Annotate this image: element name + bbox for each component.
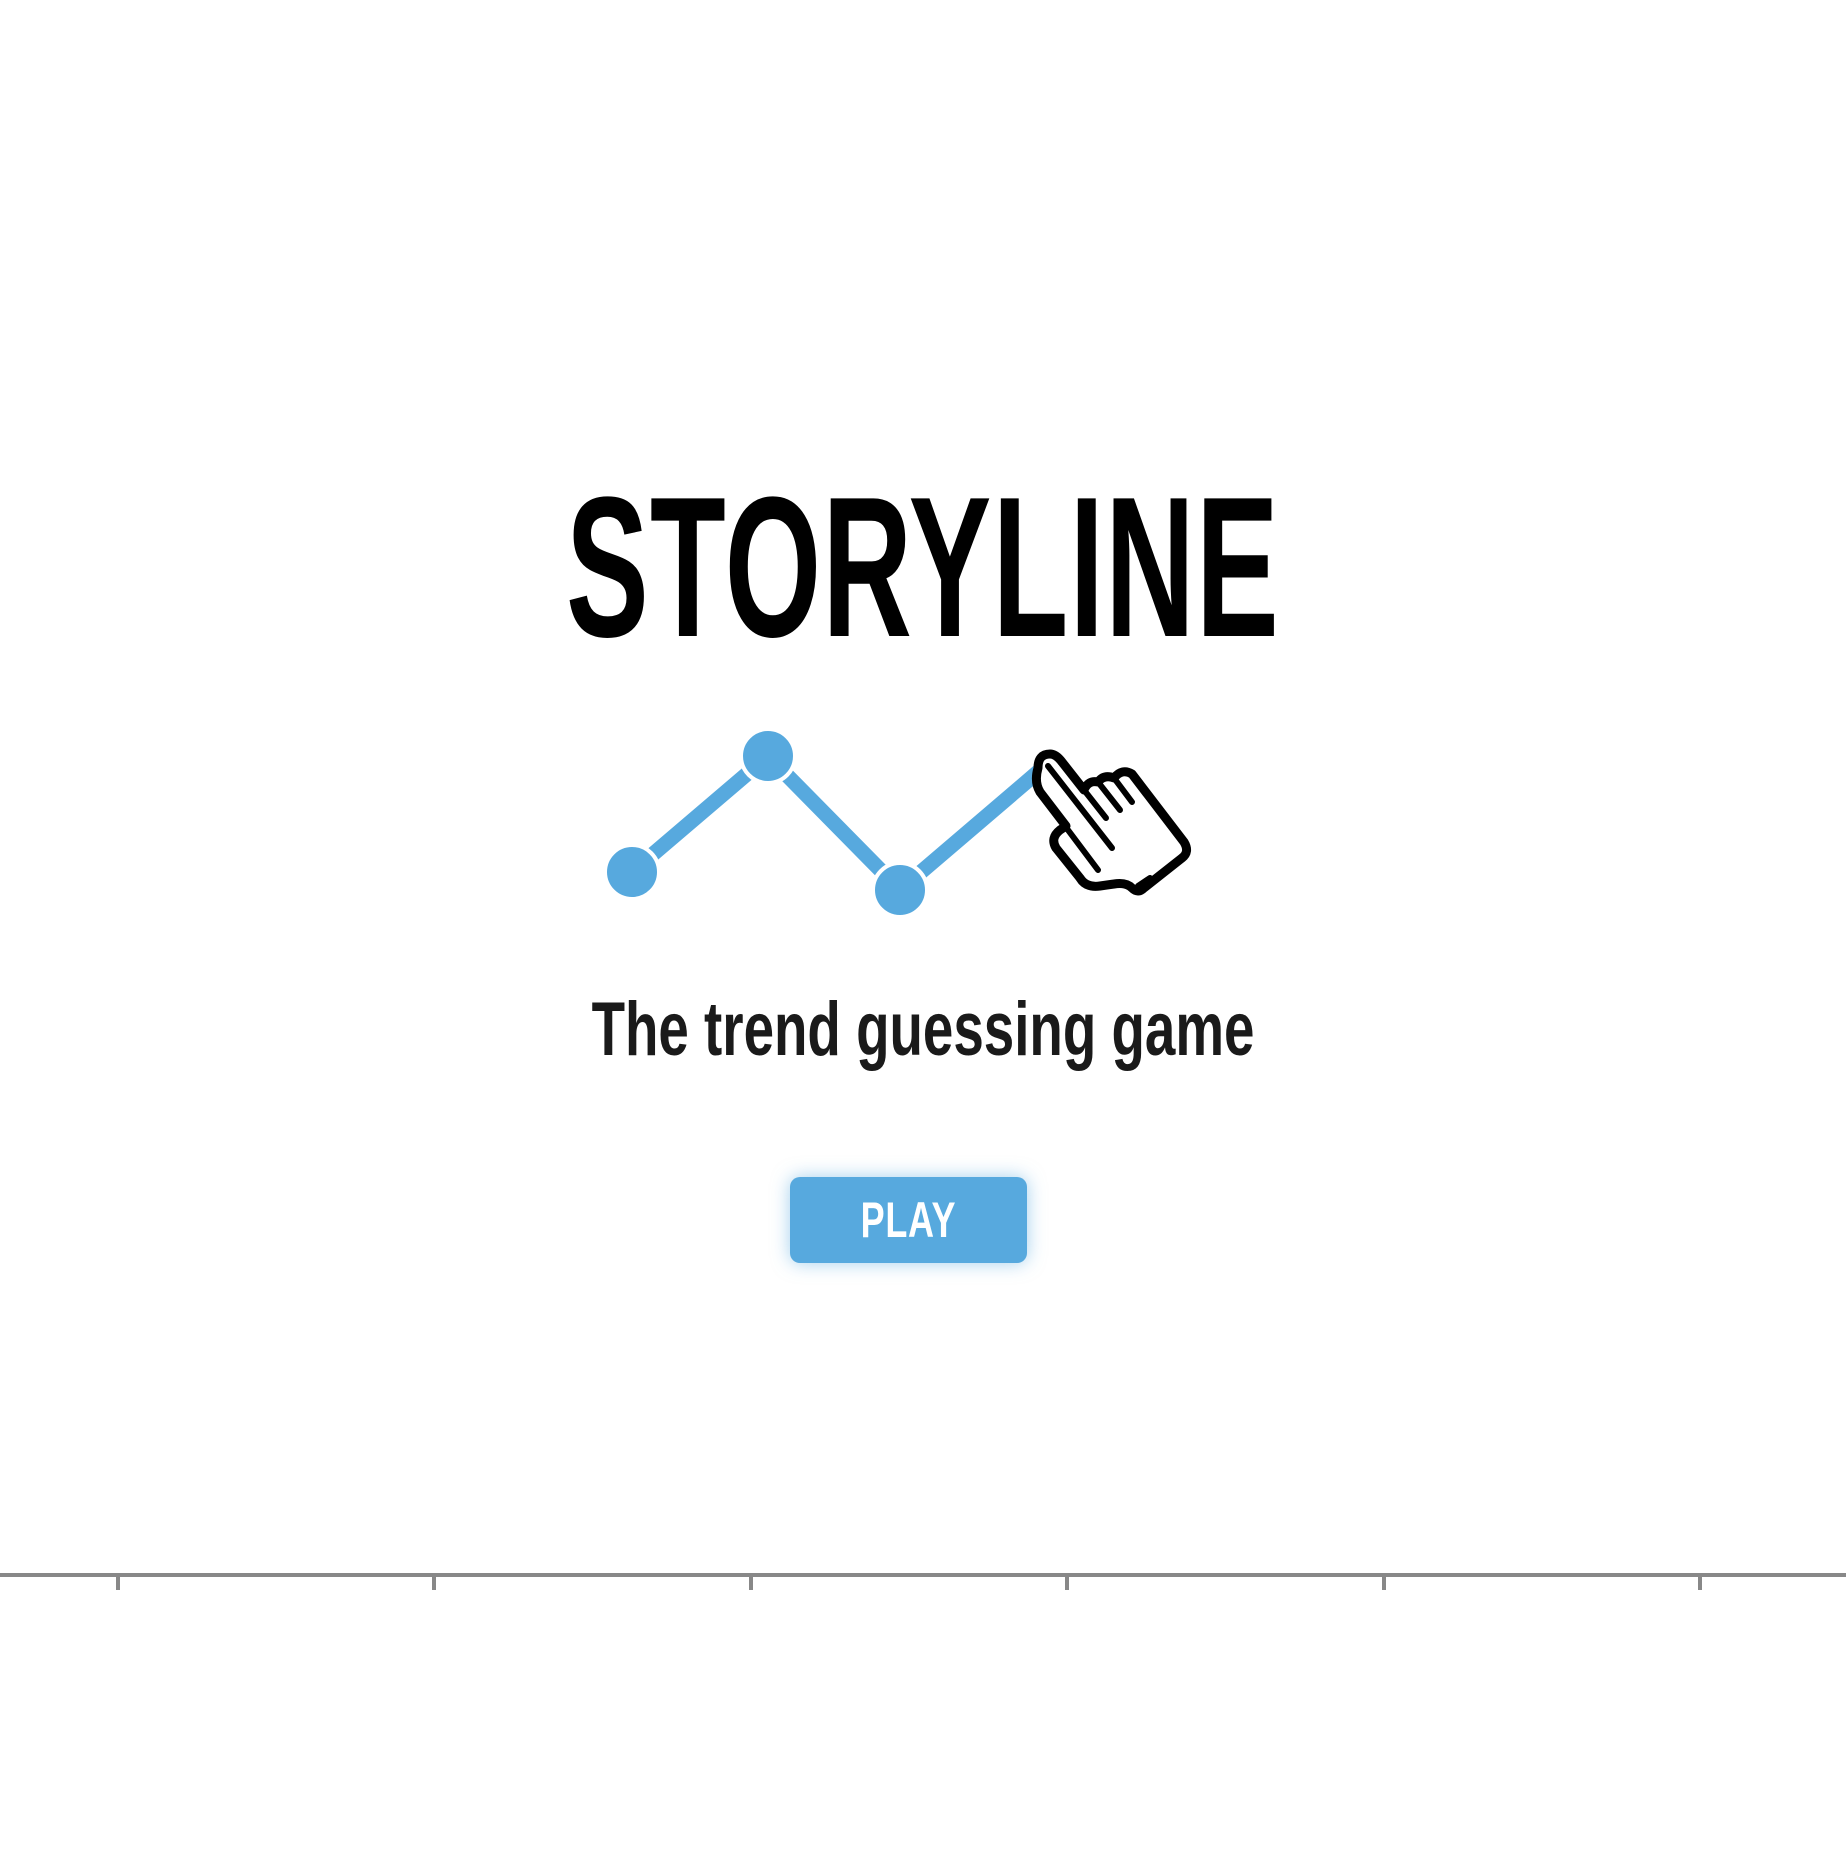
play-button-label: PLAY <box>860 1192 957 1248</box>
trend-line-logo <box>603 727 1192 919</box>
trend-point <box>739 727 797 785</box>
pointing-hand-icon <box>1031 749 1192 896</box>
timeline-axis <box>0 1573 1846 1590</box>
trend-line <box>603 727 1046 919</box>
trend-point <box>603 843 661 901</box>
game-title: STORYLINE <box>566 456 1280 679</box>
play-button[interactable]: PLAY <box>790 1177 1027 1263</box>
game-subtitle: The trend guessing game <box>591 987 1255 1072</box>
trend-point <box>871 861 929 919</box>
